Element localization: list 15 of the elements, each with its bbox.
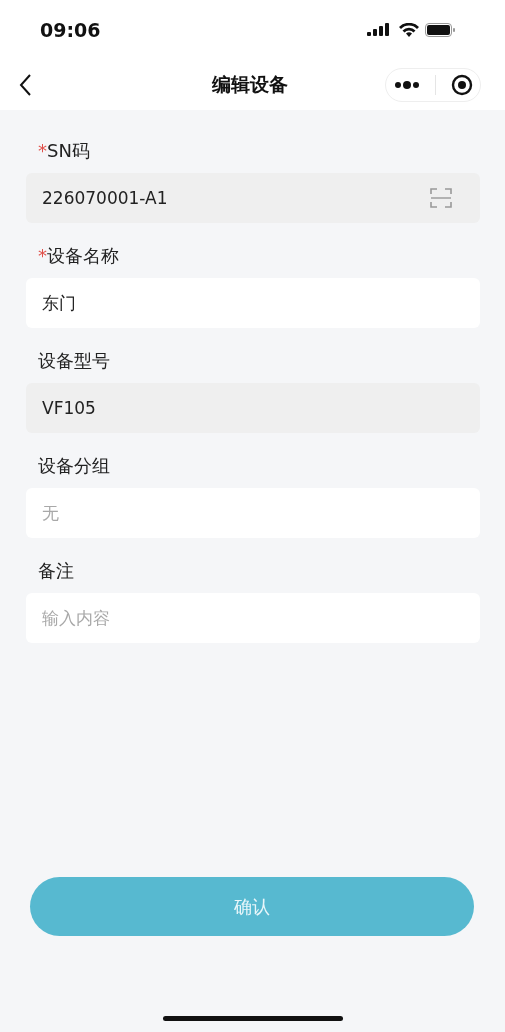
close-icon[interactable] bbox=[450, 74, 473, 96]
field-label: 备注 bbox=[37, 559, 75, 583]
back-icon[interactable] bbox=[18, 73, 32, 97]
status-time: 09:06 bbox=[40, 19, 101, 41]
more-icon[interactable] bbox=[393, 81, 420, 89]
select-field[interactable]: 无 bbox=[26, 488, 480, 538]
battery-icon bbox=[425, 23, 455, 37]
wifi-icon bbox=[399, 22, 419, 38]
field-label: *设备名称 bbox=[37, 244, 120, 268]
page-title: 编辑设备 bbox=[211, 72, 288, 97]
field-label: *SN码 bbox=[37, 139, 91, 163]
input-field[interactable]: 东门 bbox=[26, 278, 480, 328]
field-label: 设备分组 bbox=[37, 454, 111, 478]
field-label: 设备型号 bbox=[37, 349, 111, 373]
input-field[interactable]: 输入内容 bbox=[26, 593, 480, 643]
